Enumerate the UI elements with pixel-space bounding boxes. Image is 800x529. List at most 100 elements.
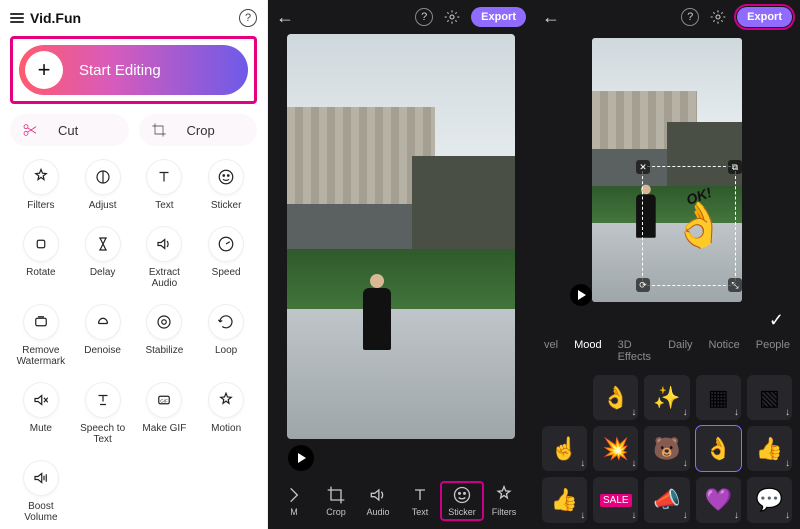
placed-sticker[interactable]: OK! 👌 [668, 188, 730, 264]
cat-tab[interactable]: vel [544, 339, 558, 363]
gif-icon: GIF [147, 383, 181, 417]
crop-label: Crop [187, 123, 215, 138]
sticker-item[interactable]: ✨↓ [644, 375, 689, 420]
tool-rotate[interactable]: Rotate [10, 227, 72, 289]
play-button[interactable] [288, 445, 314, 471]
scissors-icon [22, 122, 38, 138]
sticker-item[interactable]: 👌↓ [593, 375, 638, 420]
download-icon: ↓ [631, 510, 636, 521]
sticker-item[interactable]: 👍↓ [747, 426, 792, 471]
resize-handle[interactable]: ⤡ [728, 278, 742, 292]
tb-text[interactable]: Text [400, 485, 440, 517]
tb-sticker[interactable]: Sticker [442, 483, 482, 519]
remove-watermark-icon [24, 305, 58, 339]
speed-icon [209, 227, 243, 261]
download-icon: ↓ [734, 510, 739, 521]
tb-filters[interactable]: Filters [484, 485, 524, 517]
mute-icon [24, 383, 58, 417]
text-icon [147, 160, 181, 194]
delete-handle[interactable]: ✕ [636, 160, 650, 174]
tool-motion[interactable]: Motion [195, 383, 257, 445]
download-icon: ↓ [580, 458, 585, 469]
tool-extract-audio[interactable]: Extract Audio [134, 227, 196, 289]
download-icon: ↓ [785, 407, 790, 418]
download-icon: ↓ [734, 407, 739, 418]
tb-item-partial[interactable]: M [274, 485, 314, 517]
tool-mute[interactable]: Mute [10, 383, 72, 445]
help-icon[interactable]: ? [415, 8, 433, 26]
tool-stabilize[interactable]: Stabilize [134, 305, 196, 367]
tool-delay[interactable]: Delay [72, 227, 134, 289]
copy-handle[interactable]: ⧉ [728, 160, 742, 174]
loop-icon [209, 305, 243, 339]
download-icon: ↓ [580, 510, 585, 521]
sticker-item[interactable]: 📣↓ [644, 477, 689, 522]
sticker-item[interactable]: ☝️↓ [542, 426, 587, 471]
sticker-category-tabs: vel Mood 3D Effects Daily Notice People [534, 335, 800, 371]
tool-denoise[interactable]: Denoise [72, 305, 134, 367]
export-button[interactable]: Export [737, 7, 792, 27]
sticker-item[interactable]: 💬↓ [747, 477, 792, 522]
help-icon[interactable]: ? [239, 9, 257, 27]
tb-all[interactable]: All [526, 485, 534, 517]
back-button[interactable]: ← [542, 7, 560, 28]
tool-filters[interactable]: Filters [10, 160, 72, 211]
export-button[interactable]: Export [471, 7, 526, 27]
tool-adjust[interactable]: Adjust [72, 160, 134, 211]
adjust-icon [86, 160, 120, 194]
sticker-item-selected[interactable]: 👌 [696, 426, 741, 471]
rotate-icon [24, 227, 58, 261]
menu-icon[interactable] [10, 11, 24, 25]
help-icon[interactable]: ? [681, 8, 699, 26]
svg-text:GIF: GIF [161, 398, 169, 403]
cat-tab[interactable]: People [756, 339, 790, 363]
download-icon: ↓ [631, 407, 636, 418]
tool-speed[interactable]: Speed [195, 227, 257, 289]
sticker-item[interactable]: ▦↓ [696, 375, 741, 420]
rotate-handle[interactable]: ⟳ [636, 278, 650, 292]
sticker-item[interactable]: SALE↓ [593, 477, 638, 522]
cat-tab[interactable]: 3D Effects [618, 339, 653, 363]
confirm-button[interactable]: ✓ [769, 310, 784, 331]
tool-loop[interactable]: Loop [195, 305, 257, 367]
delay-icon [86, 227, 120, 261]
editor-panel: ← ? Export M Crop Audio Text Sticker Fil… [268, 0, 534, 529]
cat-tab[interactable]: Daily [668, 339, 692, 363]
video-preview[interactable]: ✕ ⧉ ⟳ ⤡ OK! 👌 [592, 38, 742, 302]
cut-button[interactable]: Cut [10, 114, 129, 146]
tool-boost-volume[interactable]: Boost Volume [10, 461, 72, 523]
video-preview[interactable] [287, 34, 515, 439]
settings-icon[interactable] [443, 8, 461, 26]
tool-text[interactable]: Text [134, 160, 196, 211]
download-icon: ↓ [683, 510, 688, 521]
back-button[interactable]: ← [276, 7, 294, 28]
play-button[interactable] [570, 284, 592, 306]
cat-tab[interactable]: Notice [709, 339, 740, 363]
boost-volume-icon [24, 461, 58, 495]
settings-icon[interactable] [709, 8, 727, 26]
start-editing-button[interactable]: + Start Editing [19, 45, 248, 95]
tb-audio[interactable]: Audio [358, 485, 398, 517]
sticker-item[interactable]: ▧↓ [747, 375, 792, 420]
tool-speech-to-text[interactable]: Speech to Text [72, 383, 134, 445]
tools-grid: Filters Adjust Text Sticker Rotate Delay… [10, 160, 257, 523]
motion-icon [209, 383, 243, 417]
sticker-item[interactable]: 👍↓ [542, 477, 587, 522]
editor-toolbar: M Crop Audio Text Sticker Filters All [268, 473, 534, 529]
cat-tab[interactable]: Mood [574, 339, 602, 363]
sticker-item[interactable]: 💥↓ [593, 426, 638, 471]
extract-audio-icon [147, 227, 181, 261]
tool-remove-watermark[interactable]: Remove Watermark [10, 305, 72, 367]
sticker-panel: ← ? Export ✕ ⧉ ⟳ ⤡ OK! 👌 ✓ vel Mood 3D [534, 0, 800, 529]
home-panel: Vid.Fun ? + Start Editing Cut Crop Filte… [0, 0, 268, 529]
sticker-grid: 👌↓ ✨↓ ▦↓ ▧↓ ☝️↓ 💥↓ 🐻↓ 👌 👍↓ 👍↓ SALE↓ 📣↓ 💜… [534, 371, 800, 529]
sticker-item[interactable]: 🐻↓ [644, 426, 689, 471]
download-icon: ↓ [631, 458, 636, 469]
tool-sticker[interactable]: Sticker [195, 160, 257, 211]
tool-make-gif[interactable]: GIFMake GIF [134, 383, 196, 445]
crop-button[interactable]: Crop [139, 114, 258, 146]
tb-crop[interactable]: Crop [316, 485, 356, 517]
sticker-item[interactable]: 💜↓ [696, 477, 741, 522]
download-icon: ↓ [785, 458, 790, 469]
start-editing-label: Start Editing [79, 62, 161, 79]
